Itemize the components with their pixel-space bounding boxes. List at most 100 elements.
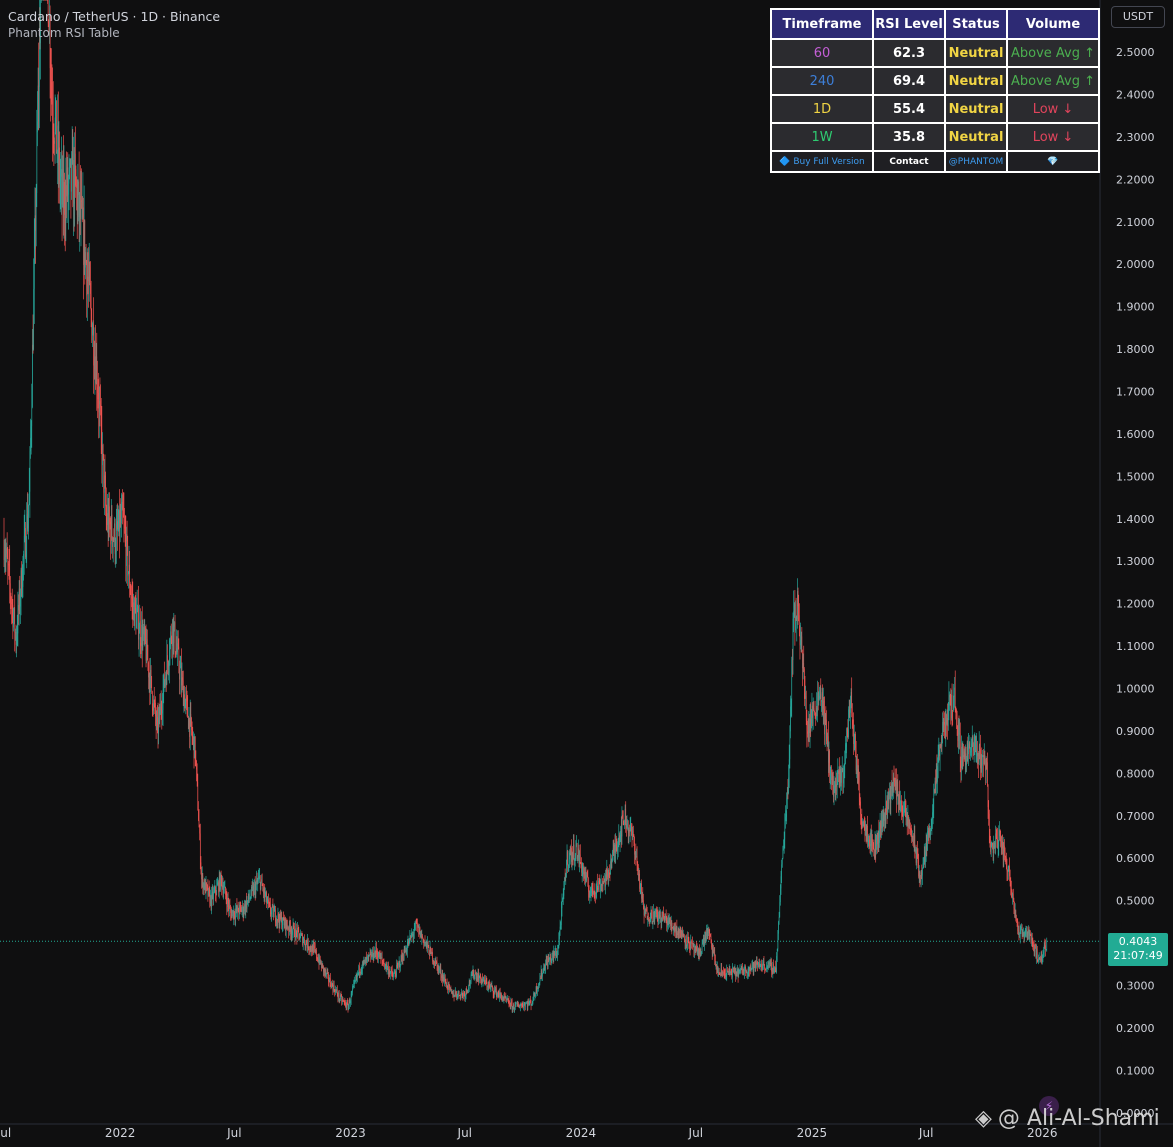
candle-body <box>764 968 766 970</box>
candle-body <box>699 951 701 955</box>
candle-body <box>877 832 878 845</box>
candle-body <box>718 971 719 976</box>
candle-body <box>961 746 963 762</box>
candle-body <box>523 1004 524 1008</box>
candle-body <box>793 611 794 619</box>
candle-body <box>311 945 313 952</box>
candle-body <box>122 502 123 510</box>
candle-body <box>455 992 457 995</box>
candle-body <box>915 849 917 863</box>
candle-body <box>270 912 272 915</box>
candle-body <box>816 707 817 719</box>
candle-body <box>10 596 12 603</box>
candle-body <box>1002 841 1003 849</box>
phantom-handle-link[interactable]: @PHANTOM <box>944 150 1008 173</box>
candle-body <box>138 633 140 640</box>
candle-body <box>449 984 450 989</box>
candle-body <box>310 946 312 950</box>
candle-body <box>278 919 280 925</box>
bar-countdown: 21:07:49 <box>1113 949 1163 962</box>
candle-body <box>61 169 62 177</box>
candle-body <box>417 925 419 927</box>
candle-body <box>499 992 501 995</box>
candle-body <box>865 827 866 836</box>
candle-body <box>104 475 106 484</box>
candle-body <box>857 769 859 783</box>
timeframe-cell: 1D <box>770 94 874 124</box>
candle-body <box>550 958 552 962</box>
candle-body <box>715 964 717 966</box>
y-tick-label: 0.6000 <box>1116 852 1155 865</box>
currency-button[interactable]: USDT <box>1111 6 1165 28</box>
buy-full-version-link[interactable]: 🔷 Buy Full Version <box>770 150 874 173</box>
candle-body <box>323 965 324 972</box>
candle-body <box>878 830 880 843</box>
candle-body <box>342 999 344 1001</box>
candle-body <box>805 695 807 722</box>
candle-body <box>728 971 729 972</box>
y-tick-label: 1.6000 <box>1116 428 1155 441</box>
candle-body <box>737 969 738 974</box>
candle-body <box>346 1002 348 1008</box>
candle-body <box>343 1000 345 1002</box>
candle-body <box>140 620 141 643</box>
candle-body <box>389 972 391 975</box>
candle-body <box>119 510 120 537</box>
candle-body <box>83 207 84 265</box>
gem-icon[interactable]: 💎 <box>1006 150 1100 173</box>
candle-body <box>585 871 586 880</box>
candle-body <box>672 927 673 928</box>
candle-body <box>338 992 340 1000</box>
candle-body <box>28 491 30 505</box>
contact-link[interactable]: Contact <box>872 150 946 173</box>
candle-body <box>501 997 503 1001</box>
candle-body <box>131 597 132 598</box>
candle-body <box>854 734 856 735</box>
candle-body <box>53 132 55 141</box>
candle-body <box>427 942 429 947</box>
candle-body <box>626 823 628 828</box>
candle-body <box>701 951 702 955</box>
candle-body <box>1019 936 1020 938</box>
candle-body <box>525 1003 527 1005</box>
candle-body <box>316 957 318 959</box>
candle-body <box>997 846 999 849</box>
candle-body <box>390 969 392 973</box>
candle-body <box>11 602 12 605</box>
candle-body <box>96 356 98 388</box>
candle-body <box>860 814 862 821</box>
candle-body <box>169 657 170 667</box>
candle-body <box>787 792 789 793</box>
candle-body <box>382 959 384 962</box>
candle-body <box>1008 865 1010 872</box>
candle-body <box>443 976 444 982</box>
candle-body <box>861 820 863 827</box>
candle-body <box>987 762 988 786</box>
rsi-table: Timeframe RSI Level Status Volume 60 62.… <box>770 8 1100 173</box>
candle-body <box>388 971 390 975</box>
candle-body <box>667 920 668 928</box>
candle-body <box>734 967 736 973</box>
candle-body <box>417 923 418 927</box>
candle-body <box>668 918 670 922</box>
candle-body <box>482 980 484 983</box>
candle-body <box>470 982 471 984</box>
candle-body <box>781 864 782 877</box>
candle-body <box>687 936 689 938</box>
candle-body <box>324 968 325 973</box>
candle-body <box>565 877 567 879</box>
candle-body <box>730 972 732 974</box>
candle-body <box>116 527 117 553</box>
candle-body <box>689 947 691 949</box>
candle-body <box>379 954 381 959</box>
candle-body <box>772 963 774 973</box>
candle-body <box>444 977 445 982</box>
candle-body <box>1045 945 1046 950</box>
candle-body <box>497 993 498 994</box>
candle-body <box>988 807 989 814</box>
candle-body <box>614 844 616 853</box>
candle-body <box>568 859 570 865</box>
candle-body <box>699 948 700 955</box>
y-tick-label: 1.9000 <box>1116 301 1155 314</box>
candle-body <box>316 950 317 958</box>
